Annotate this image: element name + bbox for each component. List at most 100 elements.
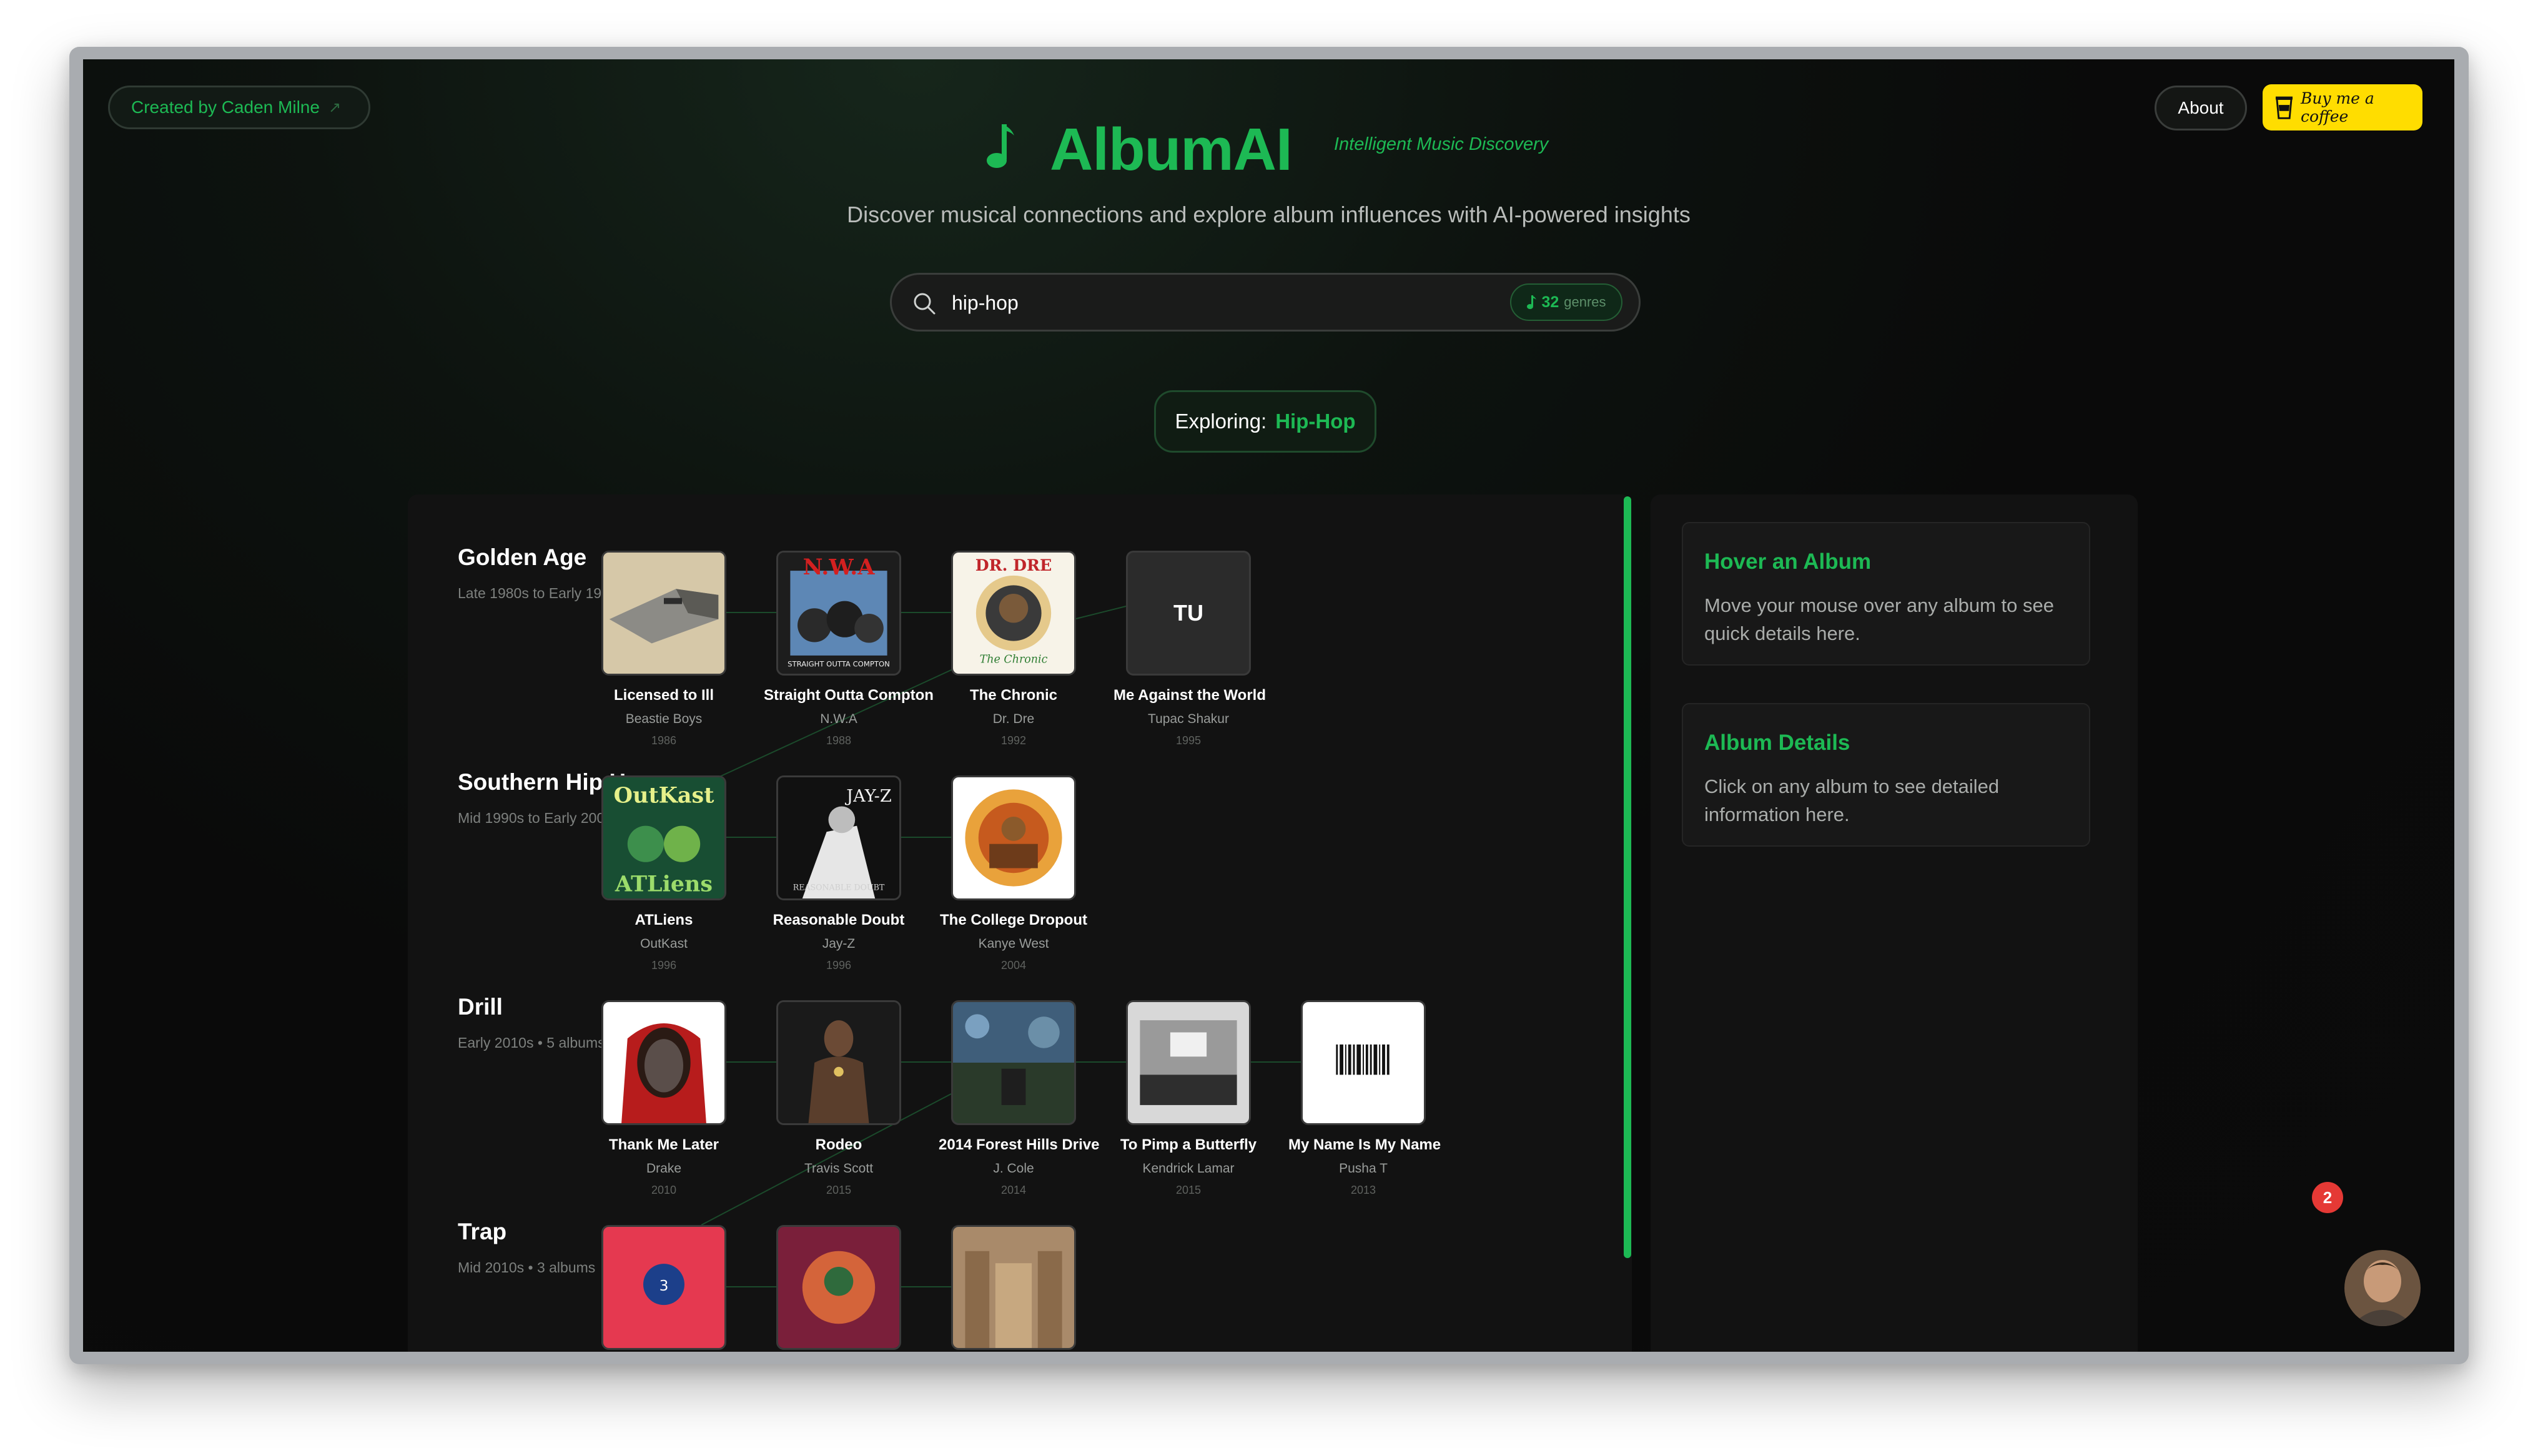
app-root: Created by Caden Milne ↗ About Buy me a … <box>83 59 2454 1352</box>
svg-text:OutKast: OutKast <box>614 783 714 809</box>
album-cover-art <box>1303 1002 1424 1123</box>
album-year: 2013 <box>1350 1184 1376 1196</box>
avatar-image <box>2344 1250 2421 1326</box>
album-artist: Travis Scott <box>804 1161 874 1176</box>
album-card[interactable]: JAY-Z REASONABLE DOUBT Reasonable Doubt … <box>764 775 914 972</box>
album-cover[interactable]: N.W.A STRAIGHT OUTTA COMPTON <box>776 551 901 676</box>
about-button[interactable]: About <box>2155 86 2247 130</box>
album-cover[interactable] <box>951 775 1076 900</box>
album-cover[interactable] <box>1126 1000 1251 1125</box>
details-card-body: Click on any album to see detailed infor… <box>1704 775 2000 825</box>
album-card[interactable]: Rodeo Travis Scott 2015 <box>764 1000 914 1197</box>
album-card[interactable]: 3 <box>589 1225 739 1350</box>
album-card[interactable]: 2014 Forest Hills Drive J. Cole 2014 <box>939 1000 1099 1197</box>
album-cover-art: N.W.A STRAIGHT OUTTA COMPTON <box>778 553 899 674</box>
album-year: 1986 <box>651 734 677 747</box>
album-artist: Drake <box>646 1161 682 1176</box>
svg-text:3: 3 <box>659 1277 669 1294</box>
album-card[interactable]: Licensed to Ill Beastie Boys 1986 <box>589 551 739 747</box>
credit-link[interactable]: Created by Caden Milne ↗ <box>108 86 370 129</box>
hover-card-body: Move your mouse over any album to see qu… <box>1704 594 2054 644</box>
album-timeline-panel: Golden Age Late 1980s to Early 1990s • 4… <box>408 494 1632 1352</box>
album-info-panel: Hover an Album Move your mouse over any … <box>1651 494 2138 1352</box>
svg-text:STRAIGHT OUTTA COMPTON: STRAIGHT OUTTA COMPTON <box>788 659 890 668</box>
coffee-label: Buy me a coffee <box>2300 89 2374 125</box>
album-cover-art: OutKast ATLiens <box>603 777 724 898</box>
search-input[interactable] <box>952 288 1439 317</box>
album-card[interactable]: OutKast ATLiens ATLiens OutKast 1996 <box>589 775 739 972</box>
album-artist: Dr. Dre <box>992 712 1035 726</box>
album-title: To Pimp a Butterfly <box>1120 1136 1257 1153</box>
genre-count-badge: 32 genres <box>1510 283 1622 321</box>
music-note-icon <box>987 124 1014 168</box>
album-card[interactable]: Thank Me Later Drake 2010 <box>589 1000 739 1197</box>
album-artist: Jay-Z <box>822 937 856 951</box>
album-year: 1992 <box>1000 734 1027 747</box>
external-link-icon: ↗ <box>328 99 342 116</box>
album-card[interactable]: My Name Is My Name Pusha T 2013 <box>1288 1000 1441 1197</box>
album-title: Rodeo <box>815 1136 862 1153</box>
album-cover-art <box>953 1227 1074 1348</box>
album-card[interactable] <box>764 1225 914 1350</box>
album-card[interactable]: TU Me Against the World Tupac Shakur 199… <box>1113 551 1267 747</box>
album-year: 1988 <box>826 734 852 747</box>
album-cover-placeholder[interactable]: TU <box>1126 551 1251 676</box>
album-cover-art: 3 <box>603 1227 724 1348</box>
album-cover[interactable] <box>951 1225 1076 1350</box>
buy-me-a-coffee-button[interactable]: Buy me a coffee <box>2263 84 2422 130</box>
album-title: My Name Is My Name <box>1288 1136 1441 1153</box>
svg-text:The Chronic: The Chronic <box>980 654 1048 666</box>
album-year: 2014 <box>1000 1184 1027 1196</box>
era-title: Drill <box>458 994 503 1020</box>
album-card[interactable] <box>939 1225 1089 1350</box>
album-cover[interactable] <box>776 1000 901 1125</box>
era-meta: Early 2010s • 5 albums <box>458 1035 605 1051</box>
app-tagline: Intelligent Music Discovery <box>1334 134 1549 154</box>
hover-card-title: Hover an Album <box>1704 549 1872 574</box>
album-card[interactable]: N.W.A STRAIGHT OUTTA COMPTON Straight Ou… <box>764 551 934 747</box>
svg-text:DR. DRE: DR. DRE <box>975 556 1052 574</box>
notification-badge: 2 <box>2312 1182 2343 1213</box>
album-cover-art: DR. DRE The Chronic <box>953 553 1074 674</box>
album-cover[interactable] <box>776 1225 901 1350</box>
album-artist: N.W.A <box>820 712 857 726</box>
era-title: Golden Age <box>458 544 587 570</box>
svg-text:ATLiens: ATLiens <box>615 871 713 897</box>
album-cover[interactable] <box>951 1000 1076 1125</box>
album-cover-art <box>953 777 1074 898</box>
album-card[interactable]: The College Dropout Kanye West 2004 <box>939 775 1089 972</box>
timeline-scrollbar[interactable] <box>1624 496 1631 1258</box>
coffee-cup-icon <box>2275 96 2293 119</box>
album-cover-art <box>603 553 724 674</box>
album-title: Me Against the World <box>1113 687 1267 704</box>
album-artist: Pusha T <box>1339 1161 1388 1176</box>
album-details-card: Album Details Click on any album to see … <box>1682 703 2090 847</box>
chat-avatar-button[interactable] <box>2344 1250 2421 1326</box>
album-year: 2004 <box>1000 959 1027 971</box>
album-cover[interactable]: 3 <box>601 1225 726 1350</box>
album-cover[interactable] <box>601 1000 726 1125</box>
album-card[interactable]: To Pimp a Butterfly Kendrick Lamar 2015 <box>1113 1000 1263 1197</box>
album-cover[interactable]: DR. DRE The Chronic <box>951 551 1076 676</box>
album-year: 1996 <box>826 959 852 971</box>
album-year: 2010 <box>651 1184 677 1196</box>
app-logo-title: AlbumAI <box>1050 116 1293 183</box>
album-initials: TU <box>1173 600 1203 626</box>
album-cover[interactable] <box>1301 1000 1426 1125</box>
svg-text:JAY-Z: JAY-Z <box>844 787 891 806</box>
album-artist: OutKast <box>640 937 688 951</box>
page-subtitle: Discover musical connections and explore… <box>847 202 1691 227</box>
album-artist: J. Cole <box>993 1161 1034 1176</box>
exploring-label: Exploring: <box>1175 410 1267 433</box>
genre-search-bar[interactable]: 32 genres <box>890 273 1641 332</box>
album-cover[interactable]: OutKast ATLiens <box>601 775 726 900</box>
details-card-title: Album Details <box>1704 730 1850 755</box>
album-cover[interactable] <box>601 551 726 676</box>
album-card[interactable]: DR. DRE The Chronic The Chronic Dr. Dre … <box>939 551 1089 747</box>
album-cover[interactable]: JAY-Z REASONABLE DOUBT <box>776 775 901 900</box>
album-artist: Kendrick Lamar <box>1142 1161 1235 1176</box>
album-artist: Tupac Shakur <box>1148 712 1229 726</box>
era-meta: Mid 2010s • 3 albums <box>458 1259 596 1276</box>
music-note-icon <box>1527 295 1537 309</box>
album-year: 2015 <box>826 1184 852 1196</box>
